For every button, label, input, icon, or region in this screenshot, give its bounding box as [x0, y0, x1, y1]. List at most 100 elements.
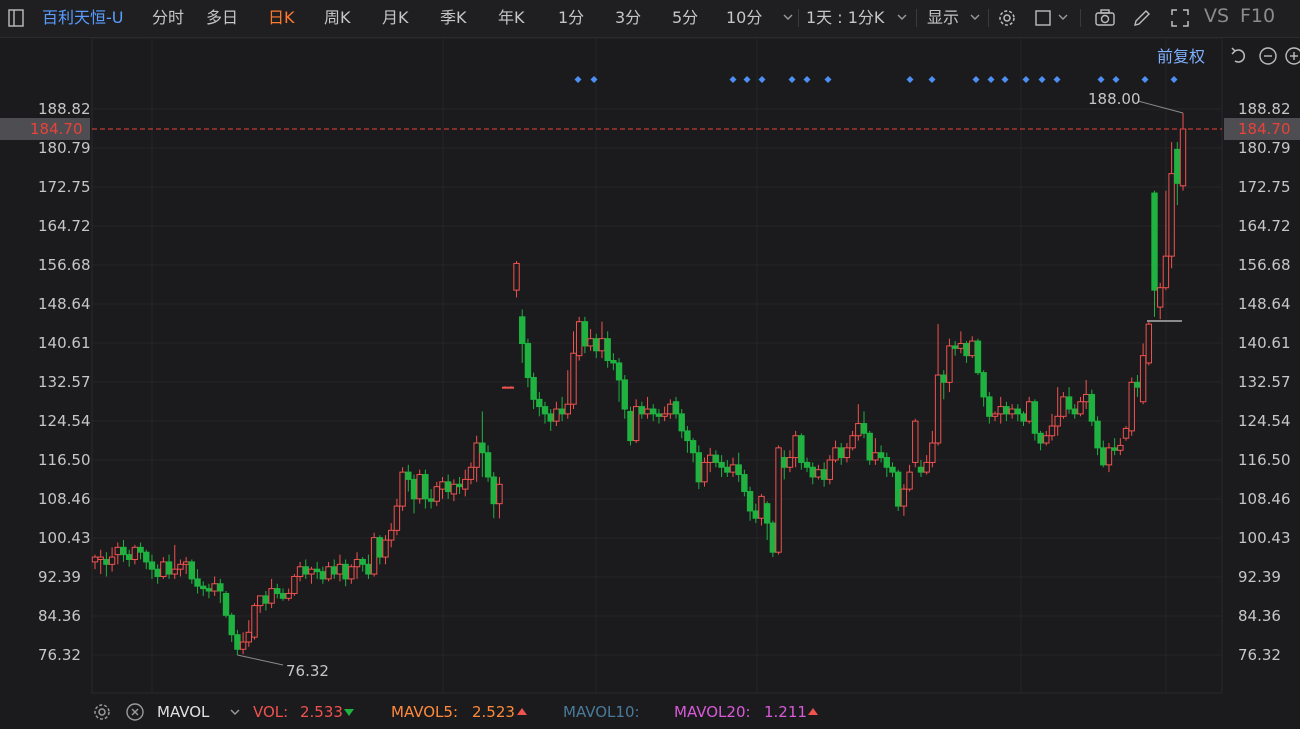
candle-body	[1134, 381, 1141, 388]
candle	[490, 472, 497, 519]
candle-body	[923, 461, 930, 473]
candle	[222, 591, 230, 618]
candle	[1014, 404, 1022, 422]
y-tick-label-right: 116.50	[1238, 451, 1291, 469]
chevron-down-icon[interactable]	[228, 705, 242, 719]
candle-body	[621, 379, 628, 410]
candle	[997, 396, 1004, 424]
candle-body	[416, 474, 423, 500]
low-price-label: 76.32	[286, 662, 329, 680]
candle-body	[1082, 393, 1090, 403]
candle-body	[399, 471, 406, 507]
candle-body	[798, 435, 805, 463]
candle-body	[718, 461, 725, 468]
candle-body	[820, 469, 828, 480]
reset-icon[interactable]	[1227, 44, 1251, 68]
candle-body	[969, 340, 976, 357]
candle	[621, 375, 628, 419]
candle-body	[501, 386, 509, 389]
candle-body	[239, 641, 247, 650]
candle-body	[752, 510, 759, 519]
candle-body	[234, 634, 241, 650]
candle-body	[296, 566, 304, 577]
y-tick-label-right: 172.75	[1238, 178, 1291, 196]
price-chart[interactable]: 184.70 184.70 188.82 188.82 180.79 180.79 172…	[0, 0, 1300, 696]
candle	[165, 554, 173, 579]
candle	[148, 554, 156, 579]
y-tick-label-right: 124.54	[1238, 412, 1291, 430]
candle	[587, 328, 594, 351]
candle	[1151, 190, 1158, 317]
mavol10-label: MAVOL10:	[563, 703, 640, 721]
event-marker	[574, 76, 582, 83]
candle	[376, 535, 384, 565]
event-marker	[1038, 76, 1046, 83]
candle	[433, 481, 440, 507]
event-marker	[743, 76, 751, 83]
candle	[1071, 404, 1078, 419]
candle	[114, 542, 121, 565]
candle	[718, 455, 725, 477]
candle	[547, 409, 554, 431]
candle-body	[917, 466, 925, 473]
candle-body	[1100, 447, 1107, 466]
zoom-out-icon[interactable]	[1256, 44, 1280, 68]
candle-body	[370, 537, 378, 575]
event-marker	[788, 76, 796, 83]
candle-body	[792, 435, 799, 459]
candle-body	[285, 592, 292, 599]
candle-body	[376, 537, 384, 558]
candle-body	[769, 522, 777, 553]
candle	[262, 591, 270, 611]
candle-body	[1174, 148, 1181, 184]
candle	[832, 440, 839, 463]
candle	[444, 474, 452, 499]
candle	[251, 603, 258, 640]
candle-body	[775, 447, 782, 553]
candle-body	[365, 563, 372, 575]
candle	[969, 336, 976, 359]
candle-body	[348, 566, 355, 580]
candle-body	[883, 457, 890, 468]
candle	[217, 578, 224, 604]
candle-body	[667, 403, 674, 415]
candle-body	[393, 505, 401, 531]
candle-body	[815, 469, 822, 478]
candle-body	[1157, 287, 1164, 308]
candle	[370, 532, 378, 577]
candle-body	[479, 442, 486, 454]
candle	[245, 620, 253, 647]
candle-body	[832, 447, 839, 461]
candle	[991, 411, 999, 422]
candle-body	[1037, 432, 1044, 444]
close-icon[interactable]	[123, 700, 147, 724]
candle	[900, 484, 908, 516]
event-marker	[928, 76, 936, 83]
candle	[809, 462, 816, 485]
candle	[388, 523, 395, 548]
candle	[1139, 343, 1147, 405]
candle	[268, 578, 275, 609]
candle-body	[786, 457, 794, 468]
gear-icon[interactable]	[90, 700, 114, 724]
candle-body	[758, 495, 765, 519]
candle	[160, 557, 167, 579]
y-tick-label-left: 156.68	[38, 256, 91, 274]
candle-body	[262, 595, 270, 604]
candle-body	[200, 585, 207, 590]
adjust-mode-button[interactable]: 前复权	[1157, 46, 1205, 68]
zoom-in-icon[interactable]	[1282, 44, 1300, 68]
candle-body	[735, 464, 742, 476]
candle-body	[279, 592, 287, 599]
candle-body	[268, 588, 275, 604]
candle	[1054, 387, 1061, 436]
candle	[274, 583, 281, 599]
indicator-name[interactable]: MAVOL	[157, 702, 209, 722]
candle-body	[940, 374, 947, 383]
candle-body	[655, 413, 663, 417]
high-price-label: 188.00	[1088, 90, 1141, 108]
candle-body	[120, 546, 127, 556]
candle	[450, 479, 458, 502]
candle-body	[137, 546, 144, 553]
candle	[786, 450, 794, 473]
